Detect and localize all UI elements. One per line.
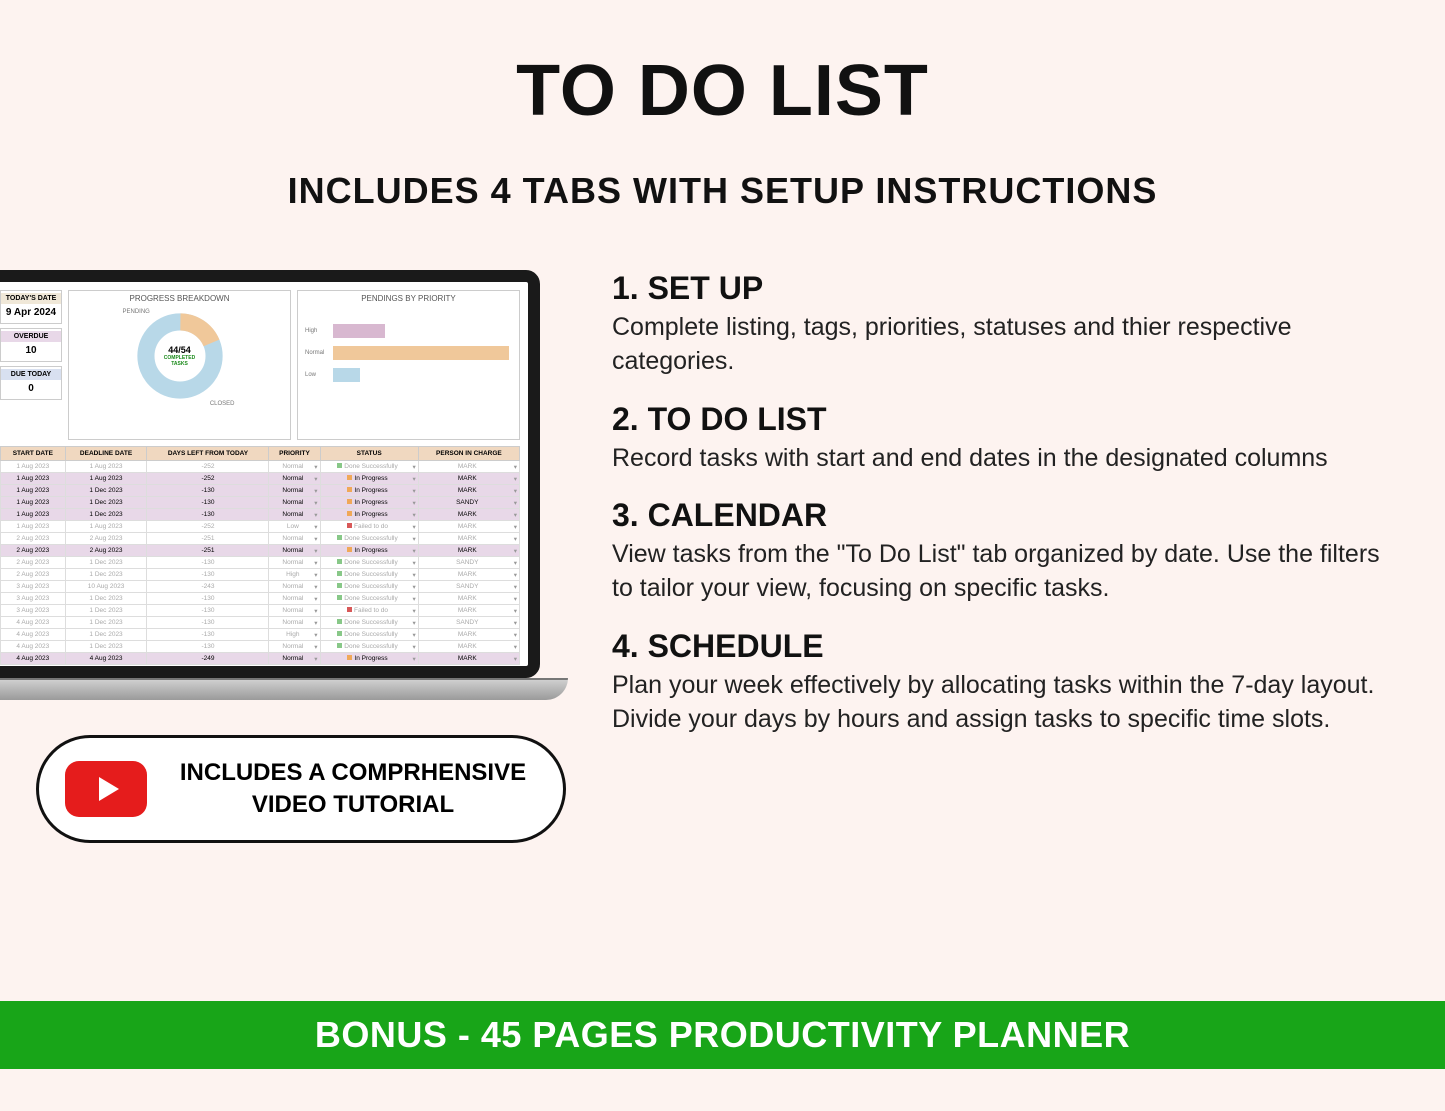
bonus-bar: BONUS - 45 PAGES PRODUCTIVITY PLANNER (0, 1001, 1445, 1069)
stat-todays-date: TODAY'S DATE 9 Apr 2024 (0, 290, 62, 324)
instruction-section: 1. SET UP Complete listing, tags, priorit… (612, 270, 1385, 379)
video-line1: INCLUDES A COMPRHENSIVE (180, 759, 526, 786)
th-deadline: DEADLINE DATE (65, 447, 147, 461)
stat-overdue: OVERDUE 10 (0, 328, 62, 362)
stat-label: TODAY'S DATE (1, 293, 61, 304)
section-title: 1. SET UP (612, 270, 1385, 307)
table-row: 1 Aug 20231 Aug 2023-252Low ▾Failed to d… (1, 521, 520, 533)
table-row: 4 Aug 20231 Dec 2023-130Normal ▾Done Suc… (1, 641, 520, 653)
section-text: Record tasks with start and end dates in… (612, 442, 1385, 476)
table-row: 2 Aug 20232 Aug 2023-251Normal ▾Done Suc… (1, 533, 520, 545)
chart-title: PENDINGS BY PRIORITY (301, 294, 516, 303)
laptop-base (0, 678, 568, 700)
table-row: 2 Aug 20232 Aug 2023-251Normal ▾In Progr… (1, 545, 520, 557)
th-start: START DATE (1, 447, 66, 461)
section-title: 2. TO DO LIST (612, 401, 1385, 438)
dashboard-row: TODAY'S DATE 9 Apr 2024 OVERDUE 10 DUE T… (0, 290, 520, 440)
bar-high (333, 324, 385, 338)
th-status: STATUS (320, 447, 418, 461)
page: TO DO LIST INCLUDES 4 TABS WITH SETUP IN… (0, 0, 1445, 1111)
section-title: 4. SCHEDULE (612, 628, 1385, 665)
chart-title: PROGRESS BREAKDOWN (72, 294, 287, 303)
laptop-mockup: TODAY'S DATE 9 Apr 2024 OVERDUE 10 DUE T… (0, 270, 540, 700)
stat-value: 0 (1, 380, 61, 397)
table-row: 3 Aug 20231 Dec 2023-130Normal ▾Done Suc… (1, 593, 520, 605)
bar-low (333, 368, 360, 382)
table-row: 4 Aug 20231 Dec 2023-130Normal ▾Done Suc… (1, 617, 520, 629)
youtube-icon (65, 761, 147, 817)
subtitle: INCLUDES 4 TABS WITH SETUP INSTRUCTIONS (0, 170, 1445, 212)
section-title: 3. CALENDAR (612, 497, 1385, 534)
video-text: INCLUDES A COMPRHENSIVE VIDEO TUTORIAL (169, 757, 537, 822)
section-text: View tasks from the "To Do List" tab org… (612, 538, 1385, 606)
instruction-section: 2. TO DO LIST Record tasks with start and… (612, 401, 1385, 476)
bar-label-normal: Normal (305, 350, 333, 356)
donut-closed-label: CLOSED (210, 401, 235, 407)
table-row: 1 Aug 20231 Dec 2023-130Normal ▾In Progr… (1, 509, 520, 521)
bar-label-low: Low (305, 372, 333, 378)
stats-column: TODAY'S DATE 9 Apr 2024 OVERDUE 10 DUE T… (0, 290, 62, 440)
task-table: START DATE DEADLINE DATE DAYS LEFT FROM … (0, 446, 520, 665)
section-text: Plan your week effectively by allocating… (612, 669, 1385, 737)
table-row: 3 Aug 202310 Aug 2023-243Normal ▾Done Su… (1, 581, 520, 593)
video-tutorial-badge: INCLUDES A COMPRHENSIVE VIDEO TUTORIAL (36, 735, 566, 843)
table-row: 1 Aug 20231 Aug 2023-252Normal ▾In Progr… (1, 473, 520, 485)
bar-normal (333, 346, 509, 360)
stat-due-today: DUE TODAY 0 (0, 366, 62, 400)
video-line2: VIDEO TUTORIAL (252, 791, 454, 818)
stat-value: 9 Apr 2024 (1, 304, 61, 321)
pendings-chart: PENDINGS BY PRIORITY High Normal (297, 290, 520, 440)
table-row: 1 Aug 20231 Aug 2023-252Normal ▾Done Suc… (1, 461, 520, 473)
bar-label-high: High (305, 328, 333, 334)
th-person: PERSON IN CHARGE (418, 447, 519, 461)
table-row: 2 Aug 20231 Dec 2023-130High ▾Done Succe… (1, 569, 520, 581)
donut-pending-label: PENDING (123, 309, 150, 315)
table-row: 2 Aug 20231 Dec 2023-130Normal ▾Done Suc… (1, 557, 520, 569)
table-row: 1 Aug 20231 Dec 2023-130Normal ▾In Progr… (1, 497, 520, 509)
donut-txt: COMPLETED TASKS (157, 355, 202, 367)
instruction-section: 4. SCHEDULE Plan your week effectively by… (612, 628, 1385, 737)
laptop-screen: TODAY'S DATE 9 Apr 2024 OVERDUE 10 DUE T… (0, 270, 540, 678)
main-title: TO DO LIST (0, 0, 1445, 132)
stat-value: 10 (1, 342, 61, 359)
bar-chart: High Normal Low (301, 306, 516, 400)
stat-label: DUE TODAY (1, 369, 61, 380)
right-column: 1. SET UP Complete listing, tags, priorit… (600, 270, 1445, 930)
instruction-section: 3. CALENDAR View tasks from the "To Do Li… (612, 497, 1385, 606)
table-row: 4 Aug 20234 Aug 2023-249Normal ▾In Progr… (1, 653, 520, 665)
table-row: 1 Aug 20231 Dec 2023-130Normal ▾In Progr… (1, 485, 520, 497)
stat-label: OVERDUE (1, 331, 61, 342)
progress-chart: PROGRESS BREAKDOWN 44/54 COMPLETED TASKS (68, 290, 291, 440)
table-row: 4 Aug 20231 Dec 2023-130High ▾Done Succe… (1, 629, 520, 641)
th-priority: PRIORITY (269, 447, 320, 461)
section-text: Complete listing, tags, priorities, stat… (612, 311, 1385, 379)
table-row: 3 Aug 20231 Dec 2023-130Normal ▾Failed t… (1, 605, 520, 617)
donut-num: 44/54 (157, 345, 202, 355)
th-days: DAYS LEFT FROM TODAY (147, 447, 269, 461)
donut-chart: 44/54 COMPLETED TASKS PENDING CLOSED (135, 311, 225, 401)
